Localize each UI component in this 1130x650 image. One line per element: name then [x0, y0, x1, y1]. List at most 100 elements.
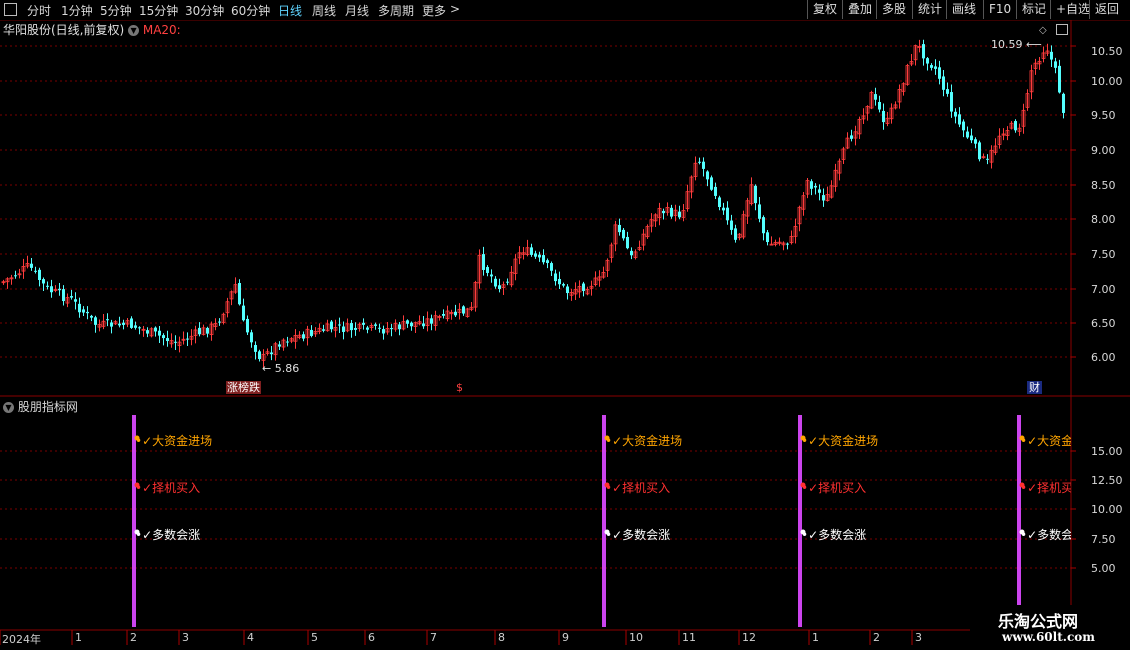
- candle-body: [90, 315, 93, 318]
- date-axis-label: 2: [130, 631, 137, 644]
- candle-body: [134, 325, 137, 328]
- candle-body: [618, 224, 621, 233]
- signal-text: ✓多数会涨: [1027, 528, 1071, 542]
- candle-body: [302, 334, 305, 339]
- event-text-finance: 财: [1027, 381, 1042, 394]
- candle-body: [506, 281, 509, 283]
- candle-body: [550, 263, 553, 271]
- signal-label: •✓多数会涨: [135, 526, 200, 543]
- date-axis-label: 1: [75, 631, 82, 644]
- indicator-tick-label: 7.50: [1091, 533, 1116, 546]
- candle-body: [962, 121, 965, 131]
- date-axis-label: 3: [915, 631, 922, 644]
- candle-body: [198, 327, 201, 335]
- price-tick-label: 6.50: [1091, 317, 1116, 330]
- candle-body: [130, 318, 133, 328]
- candle-body: [554, 273, 557, 282]
- date-axis-label: 10: [629, 631, 643, 644]
- date-axis-label: 6: [368, 631, 375, 644]
- candle-body: [810, 181, 813, 189]
- date-axis-label: 2024年: [2, 633, 41, 646]
- candle-body: [1050, 51, 1053, 60]
- candle-body: [954, 111, 957, 117]
- event-text-zhangbang: 涨榜跌: [226, 381, 261, 394]
- candle-body: [378, 327, 381, 329]
- candle-body: [486, 267, 489, 273]
- signal-label: •✓大资金进场: [135, 432, 212, 449]
- candle-body: [14, 275, 17, 277]
- watermark-title: 乐淘公式网: [998, 612, 1079, 631]
- watermark-url: www.60lt.com: [1002, 630, 1095, 644]
- candle-body: [122, 322, 125, 325]
- date-axis-label: 2: [873, 631, 880, 644]
- chevron-down-icon[interactable]: ▼: [128, 25, 140, 36]
- candle-body: [50, 286, 53, 293]
- candle-body: [382, 329, 385, 334]
- candle-body: [974, 139, 977, 144]
- candle-body: [726, 207, 729, 221]
- candle-body: [1054, 61, 1057, 68]
- date-axis-label: 9: [562, 631, 569, 644]
- price-tick-label: 9.50: [1091, 109, 1116, 122]
- indicator-tick-label: 15.00: [1091, 445, 1123, 458]
- candle-body: [206, 327, 209, 334]
- signal-text: ✓择机买入: [1027, 481, 1071, 495]
- signal-text: ✓大资金进场: [612, 434, 683, 448]
- kline-chart: [0, 20, 1130, 645]
- event-badge-dollar[interactable]: $: [456, 381, 463, 395]
- candle-body: [582, 283, 585, 291]
- candle-body: [158, 330, 161, 336]
- candle-body: [530, 247, 533, 255]
- signal-text: ✓大资金进场: [142, 434, 213, 448]
- candle-body: [926, 58, 929, 64]
- price-tick-label: 10.00: [1091, 75, 1123, 88]
- signal-label: •✓择机买入: [801, 479, 866, 496]
- candle-body: [546, 260, 549, 264]
- chevron-down-icon[interactable]: ▼: [3, 402, 14, 413]
- candle-body: [734, 228, 737, 240]
- date-axis-label: 8: [498, 631, 505, 644]
- price-tick-label: 6.00: [1091, 351, 1116, 364]
- signal-text: ✓多数会涨: [612, 528, 671, 542]
- candle-body: [286, 341, 289, 343]
- candle-body: [462, 306, 465, 314]
- date-axis-label: 5: [311, 631, 318, 644]
- candle-body: [42, 279, 45, 284]
- diamond-icon[interactable]: ◇: [1039, 25, 1047, 36]
- low-price-marker: ← 5.86: [262, 362, 300, 375]
- price-tick-label: 8.00: [1091, 213, 1116, 226]
- candle-body: [558, 278, 561, 285]
- candle-body: [630, 250, 633, 256]
- event-badge-zhangbang[interactable]: 涨榜跌: [226, 381, 261, 395]
- candle-body: [30, 263, 33, 268]
- candle-body: [622, 229, 625, 239]
- candle-body: [322, 329, 325, 331]
- candle-body: [934, 66, 937, 69]
- indicator-tick-label: 12.50: [1091, 474, 1123, 487]
- candle-body: [706, 171, 709, 180]
- candle-body: [138, 327, 141, 329]
- signal-label: •✓择机买入: [1020, 479, 1071, 496]
- signal-label: •✓大资金进场: [605, 432, 682, 449]
- ma20-label: MA20:: [142, 23, 181, 37]
- date-axis-label: 1: [812, 631, 819, 644]
- candle-body: [242, 305, 245, 321]
- panel-toggle-icon[interactable]: [1056, 24, 1068, 35]
- candle-body: [74, 299, 77, 302]
- candle-body: [278, 344, 281, 347]
- date-axis-label: 12: [742, 631, 756, 644]
- event-badge-finance[interactable]: 财: [1027, 381, 1042, 395]
- candle-body: [942, 76, 945, 90]
- indicator-tick-label: 10.00: [1091, 503, 1123, 516]
- candle-body: [62, 289, 65, 302]
- price-tick-label: 9.00: [1091, 144, 1116, 157]
- candle-body: [1058, 65, 1061, 93]
- price-tick-label: 7.00: [1091, 283, 1116, 296]
- low-price-value: 5.86: [274, 362, 300, 375]
- candle-body: [882, 110, 885, 123]
- signal-label: •✓大资金进场: [1020, 432, 1071, 449]
- candle-body: [258, 351, 261, 360]
- signal-text: ✓大资金进场: [1027, 434, 1071, 448]
- candle-body: [186, 338, 189, 340]
- candle-body: [162, 335, 165, 339]
